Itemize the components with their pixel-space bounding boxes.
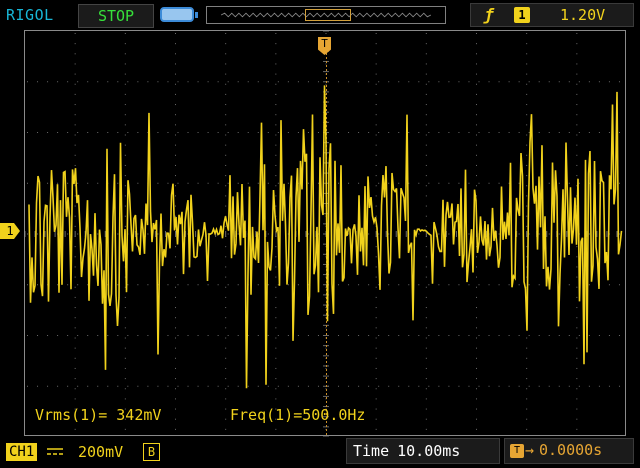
trigger-source-badge: 1 — [514, 7, 530, 23]
timebase-label: Time — [353, 442, 390, 460]
volts-per-div[interactable]: 200mV — [78, 443, 123, 461]
rising-edge-icon: ƒ — [484, 5, 494, 24]
arrow-right-icon: → — [525, 441, 535, 459]
bottom-status-bar: CH1 200mV B Time 10.00ms T → 0.0000s — [0, 438, 640, 468]
battery-icon — [160, 7, 198, 22]
top-status-bar: RIGOL STOP ƒ 1 1.20V — [0, 0, 640, 30]
timebase-box[interactable]: Time 10.00ms — [346, 438, 500, 464]
channel1-label[interactable]: CH1 — [6, 443, 38, 461]
vrms-measurement: Vrms(1)= 342mV — [35, 406, 162, 424]
memory-view-window[interactable] — [305, 9, 351, 21]
timebase-value: 10.00ms — [397, 442, 461, 460]
trigger-setting-box[interactable] — [470, 3, 634, 27]
trigger-level: 1.20V — [560, 6, 606, 24]
channel1-trace — [28, 85, 623, 389]
waveform-display — [24, 30, 626, 437]
trigger-offset-value: 0.0000s — [539, 441, 603, 459]
channel1-offset-marker[interactable]: 1 — [0, 223, 20, 239]
run-stop-status[interactable]: STOP — [78, 4, 154, 28]
channel1-waveform-line — [28, 85, 623, 389]
memory-depth-indicator[interactable] — [206, 6, 446, 24]
dc-coupling-icon — [47, 448, 63, 455]
brand-logo: RIGOL — [6, 6, 54, 24]
trigger-offset-icon: T — [510, 444, 524, 458]
bandwidth-limit-badge: B — [143, 443, 160, 461]
frequency-measurement: Freq(1)=500.0Hz — [230, 406, 366, 424]
trigger-offset-box[interactable]: T → 0.0000s — [504, 438, 634, 464]
